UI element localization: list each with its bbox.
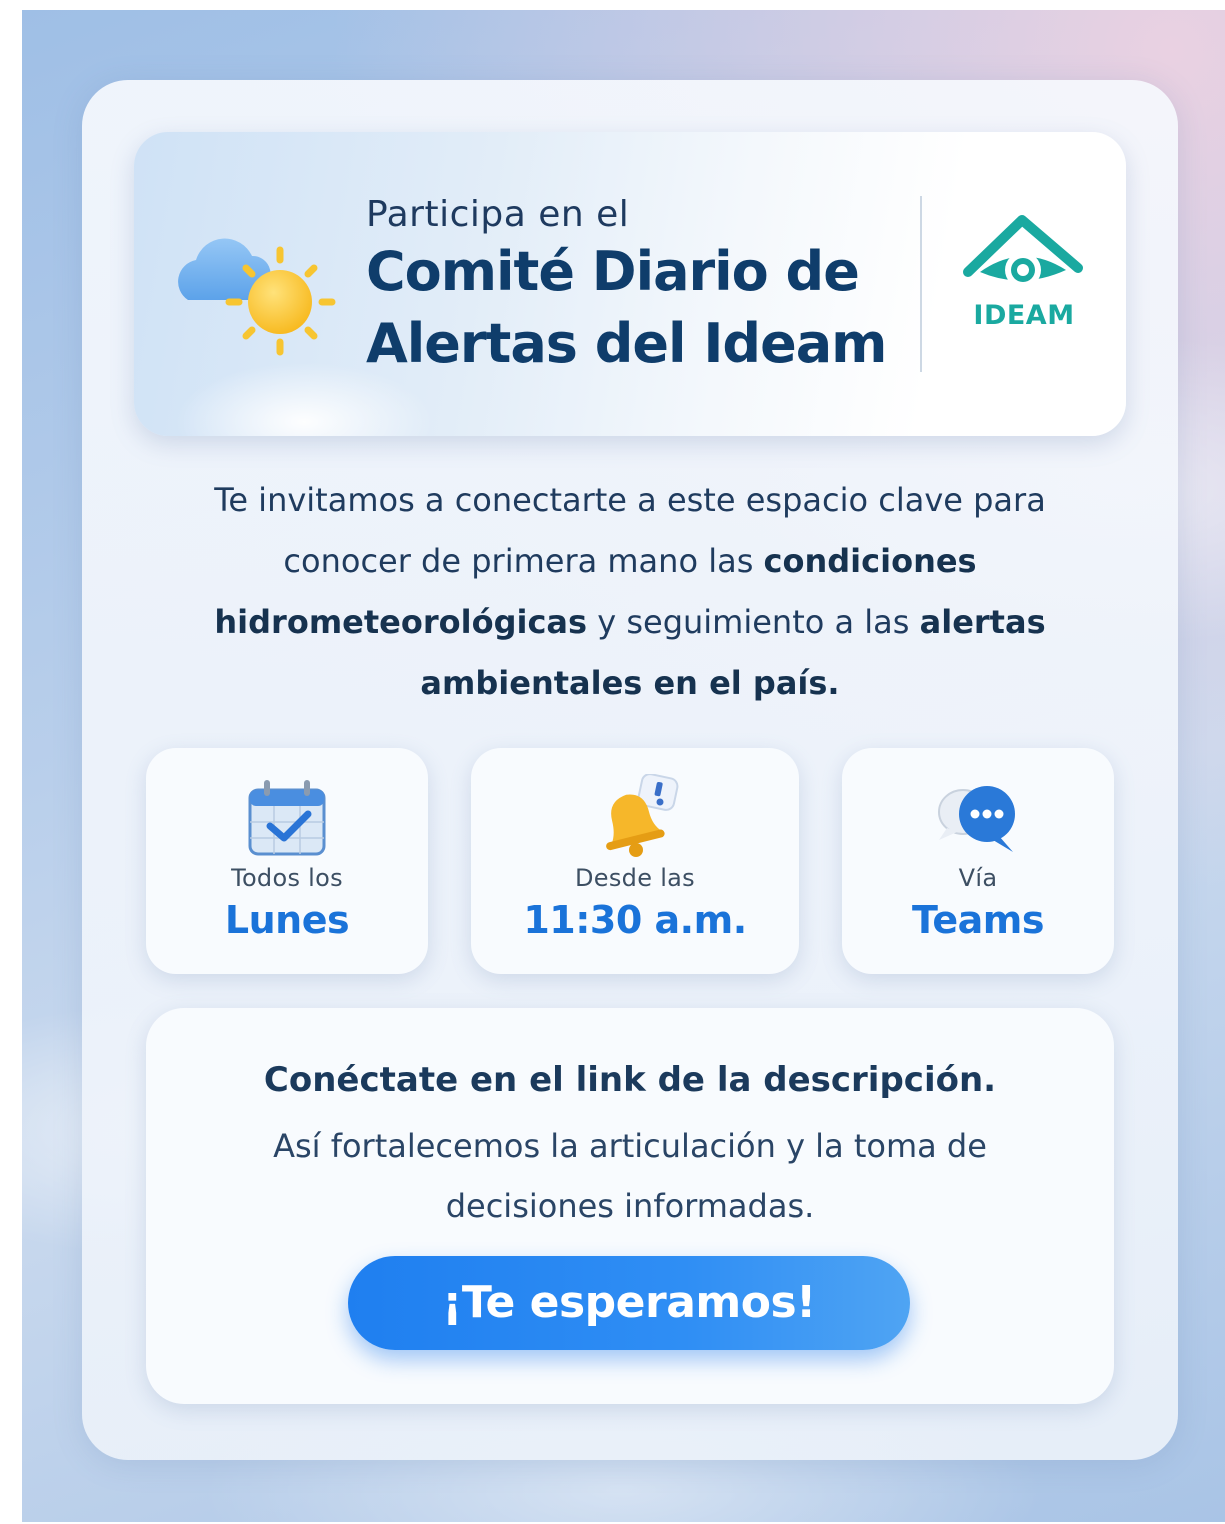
info-time-label: Desde las xyxy=(575,864,695,892)
info-day-label: Todos los xyxy=(231,864,343,892)
cta-body: Así fortalecemos la articulación y la to… xyxy=(273,1127,987,1225)
cta-title: Conéctate en el link de la descripción. xyxy=(263,1060,997,1100)
info-card-time: Desde las 11:30 a.m. xyxy=(471,748,799,974)
cta-panel: Conéctate en el link de la descripción. … xyxy=(146,1008,1114,1404)
description-text-2: y seguimiento a las xyxy=(587,603,920,641)
chat-bubbles-icon xyxy=(938,786,1015,852)
info-platform-label: Vía xyxy=(958,864,998,892)
header-text: Participa en el Comité Diario de Alertas… xyxy=(366,194,887,379)
calendar-check-icon xyxy=(248,780,326,856)
header-intro: Participa en el xyxy=(366,194,630,235)
title-line-2: Alertas del Ideam xyxy=(366,312,887,375)
info-day-value: Lunes xyxy=(224,898,350,942)
header-divider xyxy=(920,196,922,372)
info-card-platform: Vía Teams xyxy=(842,748,1114,974)
sun-cloud-icon xyxy=(178,238,336,356)
description: Te invitamos a conectarte a este espacio… xyxy=(180,470,1080,714)
info-card-day: Todos los Lunes xyxy=(146,748,428,974)
te-esperamos-button[interactable]: ¡Te esperamos! xyxy=(348,1256,910,1350)
info-platform-value: Teams xyxy=(911,898,1045,942)
bell-alert-icon xyxy=(606,774,679,857)
title-line-1: Comité Diario de xyxy=(366,240,860,303)
logo-text: IDEAM xyxy=(973,300,1075,331)
header-banner: Participa en el Comité Diario de Alertas… xyxy=(134,132,1126,436)
info-time-value: 11:30 a.m. xyxy=(523,898,747,942)
